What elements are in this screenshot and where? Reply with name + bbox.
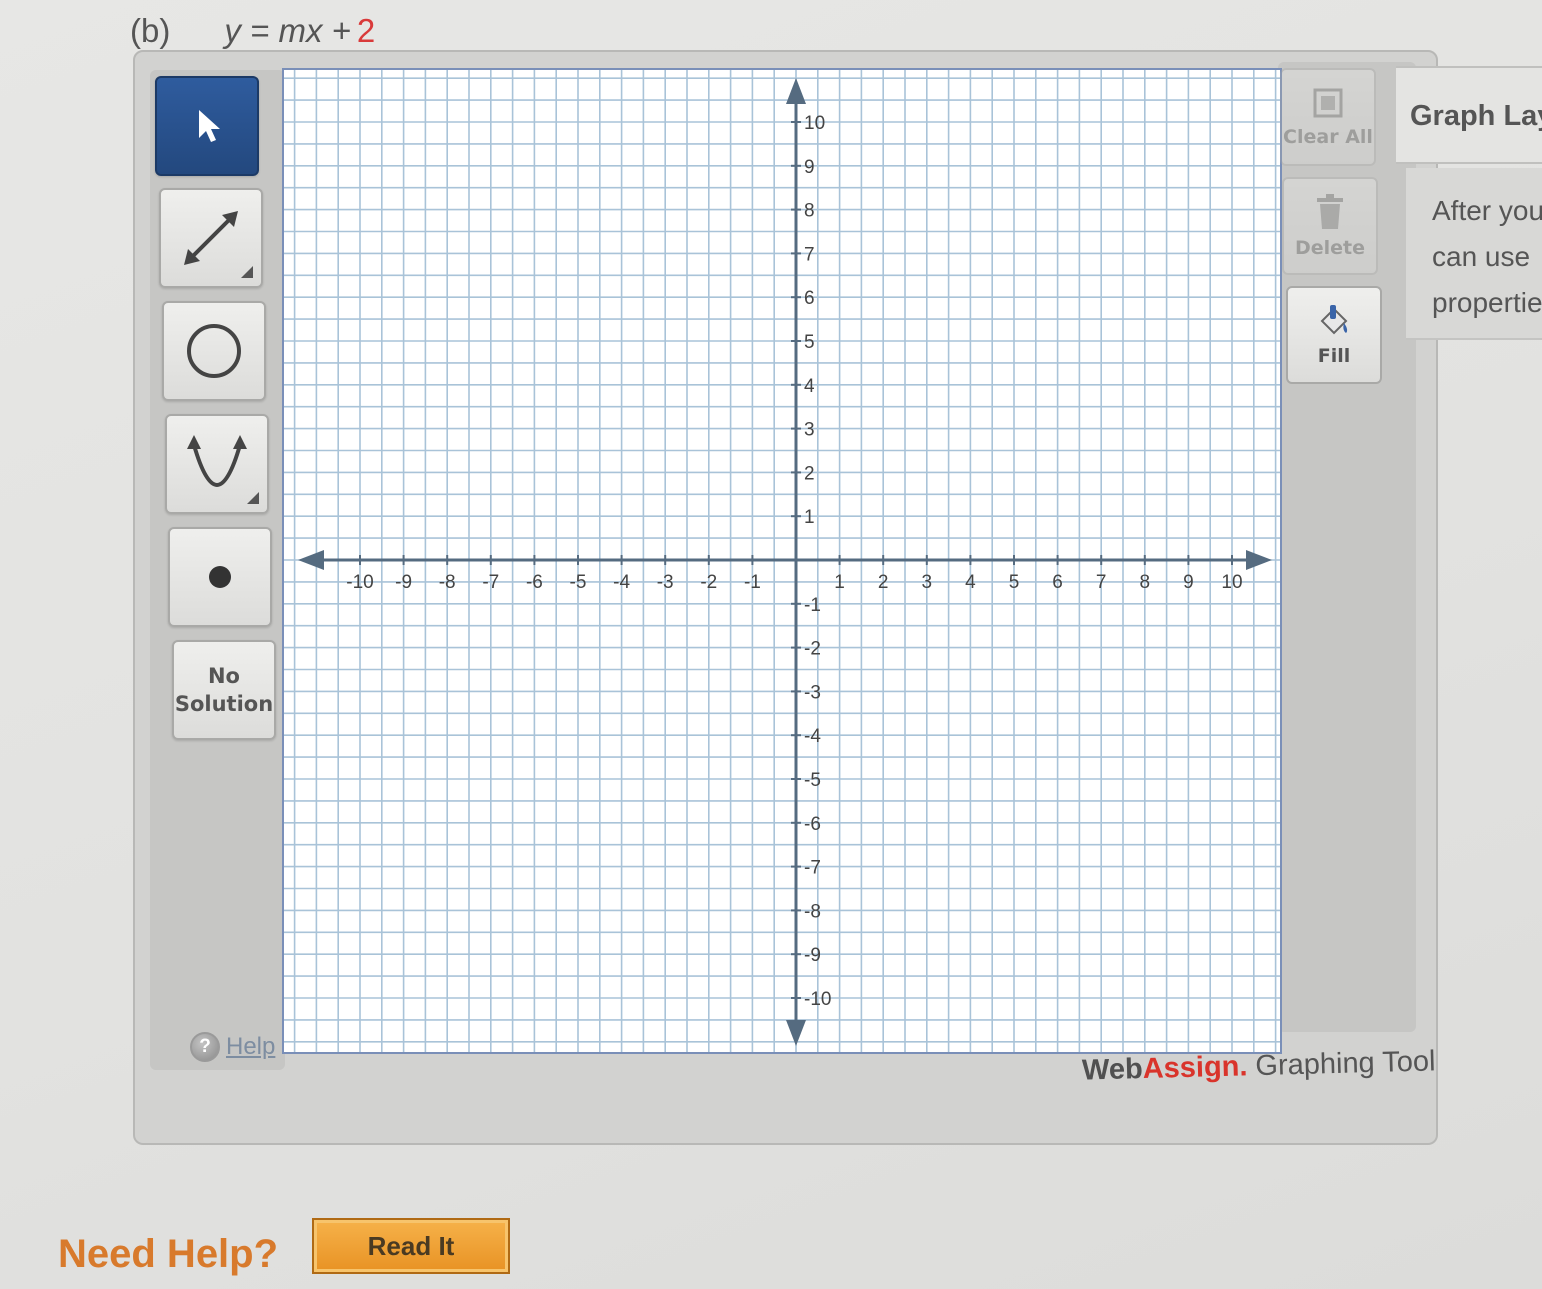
equation-constant: 2: [356, 12, 376, 49]
brand-graphing-tool: Graphing Tool: [1255, 1045, 1436, 1083]
x-tick-label: -4: [613, 572, 630, 593]
y-tick-label: 2: [804, 463, 815, 484]
trash-icon: [1317, 194, 1343, 229]
parabola-icon: [187, 435, 247, 487]
x-tick-label: 3: [922, 572, 933, 593]
y-axis-up-arrow-icon: [786, 78, 806, 104]
select-tool-button[interactable]: [155, 76, 259, 176]
graph-layers-header[interactable]: Graph Lay: [1396, 66, 1542, 164]
fill-label: Fill: [1317, 345, 1351, 367]
line-tool-button[interactable]: [159, 188, 263, 288]
brand-assign: Assign.: [1142, 1050, 1248, 1086]
y-tick-label: -10: [804, 989, 831, 1010]
help-label: Help: [226, 1033, 276, 1060]
x-axis-right-arrow-icon: [1246, 550, 1272, 570]
problem-statement: (b) y = mx + 2: [130, 12, 375, 50]
y-tick-label: -3: [804, 682, 821, 703]
point-tool-button[interactable]: [168, 527, 272, 627]
x-axis-left-arrow-icon: [298, 550, 324, 570]
y-tick-label: -7: [804, 858, 821, 879]
submenu-indicator-icon: [241, 266, 253, 278]
x-tick-label: 7: [1096, 572, 1107, 593]
y-tick-label: -4: [804, 726, 821, 747]
y-tick-label: 7: [804, 244, 815, 265]
y-tick-label: 9: [804, 157, 815, 178]
help-link[interactable]: ? Help: [190, 1032, 275, 1062]
x-tick-label: -5: [570, 572, 587, 593]
part-label: (b): [130, 12, 171, 49]
x-tick-label: -2: [700, 572, 717, 593]
question-mark-icon: ?: [190, 1032, 220, 1062]
parabola-tool-button[interactable]: [165, 414, 269, 514]
x-tick-label: 9: [1183, 572, 1194, 593]
graph-layers-body: After you can use propertie: [1406, 168, 1542, 340]
x-tick-label: -10: [346, 572, 373, 593]
x-tick-label: -6: [526, 572, 543, 593]
circle-icon: [187, 324, 241, 378]
y-tick-label: 3: [804, 420, 815, 441]
x-tick-label: 4: [965, 572, 976, 593]
y-tick-label: 6: [804, 288, 815, 309]
clear-all-icon: [1313, 88, 1343, 118]
layers-text-line: After you: [1432, 195, 1542, 226]
read-it-button[interactable]: Read It: [312, 1218, 510, 1274]
delete-button[interactable]: Delete: [1282, 177, 1378, 275]
no-solution-label-line2: Solution: [174, 692, 274, 716]
x-tick-label: 10: [1221, 572, 1242, 593]
x-tick-label: 5: [1009, 572, 1020, 593]
y-tick-label: 1: [804, 507, 815, 528]
point-icon: [209, 566, 231, 588]
y-tick-label: -9: [804, 945, 821, 966]
x-tick-label: 2: [878, 572, 889, 593]
y-tick-label: -6: [804, 814, 821, 835]
y-tick-label: -2: [804, 639, 821, 660]
paint-bucket-icon: [1320, 305, 1348, 335]
equation: y = mx +: [224, 12, 351, 49]
x-tick-label: -3: [657, 572, 674, 593]
brand-web: Web: [1081, 1053, 1144, 1087]
x-tick-label: -1: [744, 572, 761, 593]
y-tick-label: 8: [804, 201, 815, 222]
coordinate-plane[interactable]: -10 -9 -8 -7 -6 -5 -4 -3 -2 -1 1 2 3 4 5 6 7 8 9 10 10 9 8 7 6 5 4…: [284, 70, 1280, 1052]
y-tick-label: -1: [804, 595, 821, 616]
graph-canvas[interactable]: -10 -9 -8 -7 -6 -5 -4 -3 -2 -1 1 2 3 4 5 6 7 8 9 10 10 9 8 7 6 5 4…: [282, 68, 1282, 1054]
x-tick-label: -7: [482, 572, 499, 593]
clear-all-label: Clear All: [1283, 126, 1373, 148]
y-tick-label: -5: [804, 770, 821, 791]
submenu-indicator-icon: [247, 492, 259, 504]
pointer-arrow-icon: [199, 110, 220, 142]
x-tick-label: 8: [1140, 572, 1151, 593]
clear-all-button[interactable]: Clear All: [1280, 68, 1376, 166]
y-tick-label: 4: [804, 376, 815, 397]
layers-text-line: propertie: [1432, 287, 1542, 318]
x-tick-label: 6: [1052, 572, 1063, 593]
layers-text-line: can use: [1432, 241, 1531, 272]
y-tick-label: -8: [804, 901, 821, 922]
y-tick-label: 10: [804, 113, 825, 134]
need-help-label: Need Help?: [58, 1232, 279, 1276]
delete-label: Delete: [1294, 237, 1366, 259]
y-tick-label: 5: [804, 332, 815, 353]
circle-tool-button[interactable]: [162, 301, 266, 401]
x-tick-label: -9: [395, 572, 412, 593]
fill-button[interactable]: Fill: [1286, 286, 1382, 384]
x-tick-label: -8: [439, 572, 456, 593]
x-tick-label: 1: [834, 572, 845, 593]
no-solution-label-line1: No: [207, 664, 240, 688]
graph-layers-title: Graph Lay: [1410, 100, 1542, 132]
line-segment-icon: [184, 211, 238, 265]
no-solution-button[interactable]: No Solution: [172, 640, 276, 740]
